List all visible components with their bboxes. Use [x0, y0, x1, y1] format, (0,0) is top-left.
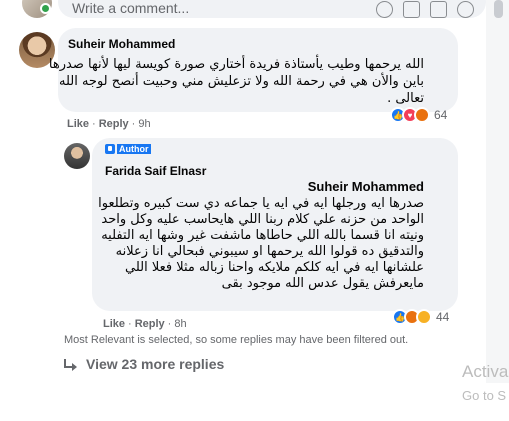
online-status-dot	[40, 3, 51, 14]
scrollbar-thumb[interactable]	[494, 0, 503, 18]
author-badge: Author	[105, 144, 151, 154]
like-button[interactable]: Like	[67, 118, 89, 130]
angry-reaction-icon	[414, 107, 430, 123]
separator: ·	[131, 118, 136, 130]
comment-input-placeholder: Write a comment...	[72, 0, 190, 16]
separator: ·	[167, 318, 172, 330]
mention-link[interactable]: Suheir Mohammed	[308, 179, 424, 194]
comment-author-name[interactable]: Suheir Mohammed	[68, 37, 175, 51]
view-more-replies-label: View 23 more replies	[86, 356, 225, 372]
reply-button[interactable]: Reply	[135, 318, 165, 330]
author-badge-label: Author	[117, 144, 151, 154]
gif-icon[interactable]	[430, 1, 447, 18]
separator: ·	[92, 118, 96, 130]
comments-panel: Write a comment... Suheir Mohammed الله …	[0, 0, 486, 383]
reply-arrow-icon	[64, 359, 78, 371]
separator: ·	[128, 318, 132, 330]
reply-text: Suheir Mohammed صدرها ايه ورجلها ايه في …	[78, 179, 424, 292]
activation-watermark: Activa	[462, 362, 509, 381]
comment-actions: Like · Reply · 9h	[67, 118, 151, 130]
comment-input[interactable]: Write a comment...	[58, 0, 486, 18]
composer-icons	[376, 1, 474, 18]
reply-body: صدرها ايه ورجلها ايه في ايه يا جماعه دي …	[98, 196, 424, 291]
scrollbar-track[interactable]	[486, 0, 509, 383]
haha-reaction-icon	[416, 309, 432, 325]
reply-timestamp[interactable]: 8h	[174, 318, 186, 330]
reply-button[interactable]: Reply	[99, 118, 129, 130]
comment-text: الله يرحمها وطيب يأستاذة فريدة أختاري صو…	[48, 57, 424, 106]
camera-icon[interactable]	[403, 1, 420, 18]
filter-note: Most Relevant is selected, so some repli…	[64, 334, 409, 346]
reaction-count: 44	[436, 310, 450, 324]
reply-reactions[interactable]: 👍 44	[392, 309, 449, 325]
reply-actions: Like · Reply · 8h	[103, 318, 187, 330]
emoji-icon[interactable]	[376, 1, 393, 18]
comment-timestamp[interactable]: 9h	[138, 118, 150, 130]
view-more-replies-button[interactable]: View 23 more replies	[64, 356, 224, 372]
sticker-icon[interactable]	[457, 1, 474, 18]
comment-reactions[interactable]: 👍 ♥ 64	[390, 107, 447, 123]
reply-author-avatar[interactable]	[64, 143, 90, 169]
reply-author-name[interactable]: Farida Saif Elnasr	[105, 164, 206, 178]
author-badge-icon	[105, 144, 115, 154]
like-button[interactable]: Like	[103, 318, 125, 330]
activation-watermark-subtext: Go to S	[462, 388, 507, 403]
reaction-count: 64	[434, 108, 448, 122]
